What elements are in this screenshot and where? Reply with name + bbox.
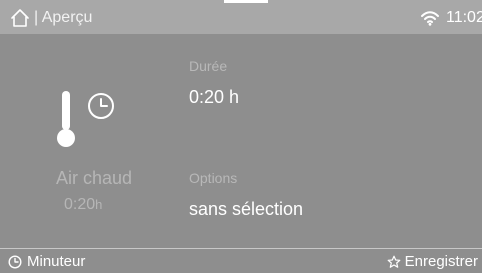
program-name: Air chaud [56, 168, 133, 188]
overview-panel: Air chaud 0:20h Durée 0:20 h Options san… [0, 34, 482, 248]
star-icon [387, 255, 401, 268]
save-label: Enregistrer [404, 253, 478, 270]
status-time: 11:02 [446, 9, 482, 26]
options-value[interactable]: sans sélection [189, 198, 303, 220]
status-bar: | Aperçu 11:02 [0, 0, 482, 34]
save-button[interactable]: Enregistrer [387, 253, 478, 271]
bottom-action-bar: Minuteur Enregistrer [0, 248, 482, 273]
timer-label: Minuteur [27, 253, 86, 270]
duration-value[interactable]: 0:20 h [189, 86, 239, 108]
program-time-value: 0:20 [64, 196, 96, 213]
home-icon[interactable] [10, 8, 30, 28]
clock-icon [88, 93, 114, 119]
program-time: 0:20h [64, 196, 102, 214]
options-label: Options [189, 170, 238, 186]
wifi-icon [421, 11, 439, 26]
program-time-unit: h [95, 197, 103, 212]
timer-button[interactable]: Minuteur [8, 253, 85, 271]
clock-icon [8, 255, 22, 269]
duration-label: Durée [189, 58, 228, 74]
thermometer-icon [57, 91, 75, 147]
top-indicator [224, 0, 268, 3]
page-title: | Aperçu [34, 9, 93, 26]
